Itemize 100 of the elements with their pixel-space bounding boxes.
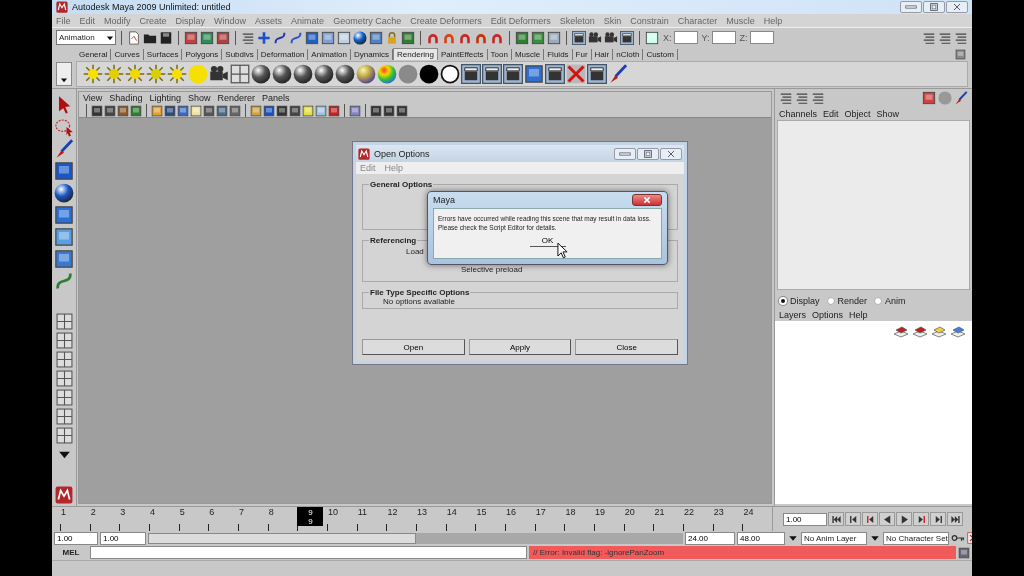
- range-start-field[interactable]: 1.00: [100, 531, 146, 545]
- brush-icon[interactable]: [954, 91, 968, 105]
- mode-dropdown[interactable]: Animation: [56, 30, 116, 45]
- lock-icon[interactable]: [385, 30, 399, 45]
- tool-icon[interactable]: [315, 104, 327, 117]
- tool-icon[interactable]: [250, 104, 262, 117]
- maximize-button[interactable]: [637, 147, 659, 160]
- shelf-tab[interactable]: nCloth: [613, 49, 644, 60]
- shelf-tab[interactable]: General: [76, 49, 112, 60]
- tool-icon[interactable]: [955, 49, 966, 60]
- shelf-tab[interactable]: Animation: [308, 49, 351, 60]
- menu-item[interactable]: Window: [214, 15, 247, 26]
- playback-button[interactable]: [896, 512, 912, 526]
- tool-icon[interactable]: [54, 249, 74, 269]
- playback-button[interactable]: [845, 512, 861, 526]
- dialog-button[interactable]: Apply: [468, 339, 572, 355]
- radio-button[interactable]: [826, 297, 835, 305]
- tool-icon[interactable]: [328, 104, 340, 117]
- curve-icon[interactable]: [54, 271, 74, 291]
- grid-icon[interactable]: [55, 389, 73, 406]
- menu-item[interactable]: Channels: [779, 108, 818, 119]
- shelf-tab[interactable]: Surfaces: [143, 49, 183, 60]
- camera-icon[interactable]: [604, 30, 618, 45]
- plus-icon[interactable]: [257, 30, 271, 45]
- list-icon[interactable]: [795, 91, 809, 105]
- playback-button[interactable]: [947, 512, 963, 526]
- tool-icon[interactable]: [958, 546, 970, 559]
- menu-item[interactable]: Shading: [109, 93, 143, 103]
- shelf-tab[interactable]: Hair: [591, 49, 614, 60]
- tool-icon[interactable]: [229, 104, 241, 117]
- tool-icon[interactable]: [117, 104, 129, 117]
- sphere-icon[interactable]: [335, 64, 355, 84]
- menu-item[interactable]: Edit: [79, 15, 96, 26]
- clapperboard-icon[interactable]: [587, 64, 607, 84]
- shelf-tab[interactable]: Custom: [643, 49, 678, 60]
- menu-item[interactable]: Show: [187, 93, 211, 103]
- sun-icon[interactable]: [167, 64, 187, 84]
- shelf-tab[interactable]: Rendering: [393, 48, 438, 60]
- playback-button[interactable]: [828, 512, 844, 526]
- curve-icon[interactable]: [273, 30, 287, 45]
- grid-icon[interactable]: [55, 427, 73, 444]
- start-time-field[interactable]: 1.00: [54, 531, 98, 545]
- shelf-tab[interactable]: Subdivs: [222, 49, 258, 60]
- menu-item[interactable]: Object: [844, 108, 871, 119]
- command-field[interactable]: [90, 546, 527, 559]
- tool-icon[interactable]: [321, 30, 335, 45]
- menu-item[interactable]: Help: [763, 15, 783, 26]
- sphere-icon[interactable]: [353, 30, 367, 45]
- tool-icon[interactable]: [401, 30, 415, 45]
- range-track[interactable]: [148, 532, 683, 544]
- shelf-tab[interactable]: Fluids: [544, 49, 573, 60]
- sun-icon[interactable]: [83, 64, 103, 84]
- playback-button[interactable]: [862, 512, 878, 526]
- coordinate-field[interactable]: [711, 31, 736, 44]
- current-time-field[interactable]: 1.00: [783, 512, 827, 526]
- grid-icon[interactable]: [55, 370, 73, 387]
- menu-item[interactable]: Skin: [603, 15, 622, 26]
- sun-icon[interactable]: [146, 64, 166, 84]
- menu-item[interactable]: Create: [139, 15, 167, 26]
- list-icon[interactable]: [779, 91, 793, 105]
- end-time-field[interactable]: 48.00: [737, 531, 785, 545]
- brush-icon[interactable]: [54, 139, 74, 159]
- menu-item[interactable]: View: [83, 93, 103, 103]
- tool-icon[interactable]: [130, 104, 142, 117]
- ring-icon[interactable]: [440, 64, 460, 84]
- tool-icon[interactable]: [200, 30, 214, 45]
- grid-icon[interactable]: [230, 64, 250, 84]
- menu-item[interactable]: Skeleton: [559, 15, 595, 26]
- tool-icon[interactable]: [645, 30, 659, 45]
- lasso-icon[interactable]: [54, 117, 74, 137]
- clapperboard-icon[interactable]: [620, 30, 634, 45]
- menu-item[interactable]: Help: [849, 309, 868, 320]
- tool-icon[interactable]: [349, 104, 361, 117]
- radio-button[interactable]: [874, 297, 883, 305]
- shelf-tab[interactable]: Muscle: [511, 49, 545, 60]
- tool-icon[interactable]: [547, 30, 561, 45]
- tool-icon[interactable]: [54, 227, 74, 247]
- sphere-icon[interactable]: [314, 64, 334, 84]
- list-icon[interactable]: [938, 30, 952, 45]
- tool-icon[interactable]: [276, 104, 288, 117]
- menu-item[interactable]: Panels: [261, 93, 290, 103]
- disc-icon[interactable]: [419, 64, 439, 84]
- coordinate-field[interactable]: [749, 31, 774, 44]
- shelf-tab[interactable]: Curves: [111, 49, 144, 60]
- list-icon[interactable]: [811, 91, 825, 105]
- maya-logo-icon[interactable]: [55, 486, 73, 504]
- dialog-button[interactable]: Close: [575, 339, 678, 355]
- shelf-tab[interactable]: Fur: [572, 49, 592, 60]
- maximize-button[interactable]: [923, 1, 945, 13]
- tool-icon[interactable]: [216, 104, 228, 117]
- menu-item[interactable]: Edit Deformers: [490, 15, 551, 26]
- menu-item[interactable]: Renderer: [217, 93, 255, 103]
- tool-icon[interactable]: [524, 64, 544, 84]
- clapperboard-icon[interactable]: [482, 64, 502, 84]
- shelf-tab[interactable]: PaintEffects: [438, 49, 488, 60]
- character-set-field[interactable]: No Character Set: [883, 531, 949, 545]
- menu-item[interactable]: Layers: [779, 309, 806, 320]
- menu-item[interactable]: Character: [677, 15, 718, 26]
- playback-button[interactable]: [930, 512, 946, 526]
- command-language-label[interactable]: MEL: [54, 548, 88, 557]
